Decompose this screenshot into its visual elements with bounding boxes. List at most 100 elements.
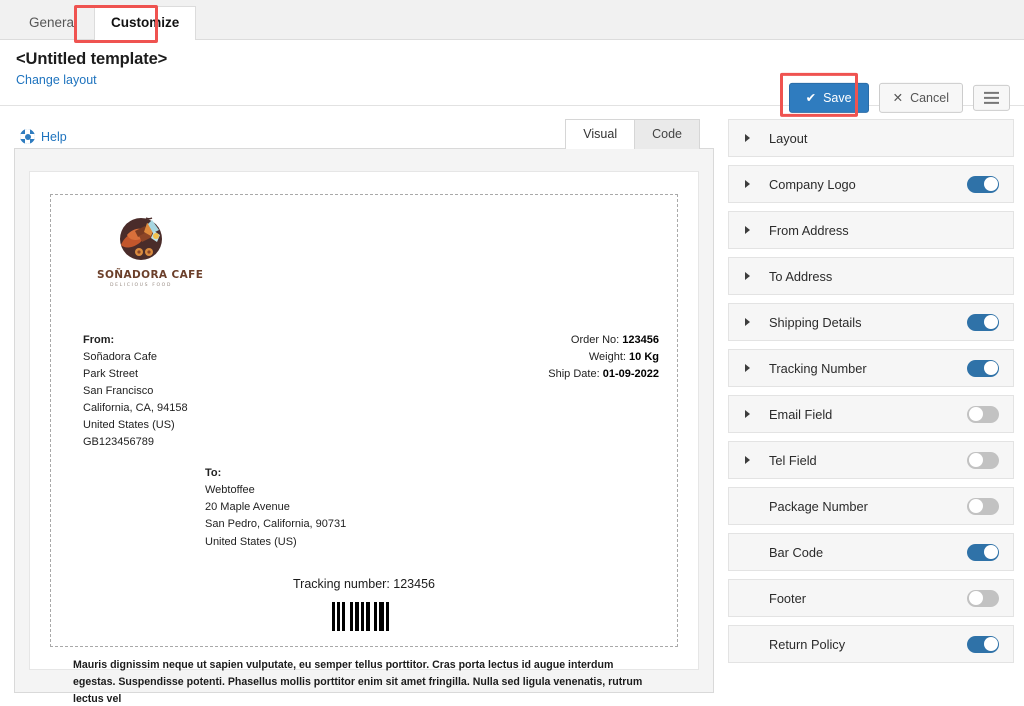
sidebar-item-label: Email Field — [769, 406, 833, 422]
sidebar-item-label: Tracking Number — [769, 360, 867, 376]
header-actions: ✔ Save ✕ Cancel — [779, 72, 1010, 117]
toggle-email-field[interactable] — [967, 405, 999, 423]
chevron-right-icon — [745, 180, 757, 188]
toggle-tracking-number[interactable] — [967, 359, 999, 377]
label-preview-container: SOÑADORA CAFE DELICIOUS FOOD From: Soñad… — [14, 148, 714, 705]
to-address-line: San Pedro, California, 90731 — [205, 518, 347, 531]
sidebar-item-shipping-details[interactable]: Shipping Details — [728, 303, 1014, 341]
chevron-right-icon — [745, 226, 757, 234]
to-address-heading: To: — [205, 467, 222, 480]
from-address-line: Soñadora Cafe — [83, 351, 157, 364]
order-no-label: Order No: — [570, 334, 620, 346]
from-address-block[interactable]: From: Soñadora Cafe Park Street San Fran… — [69, 332, 188, 451]
sidebar-item-label: Bar Code — [769, 544, 824, 560]
sidebar-item-tracking-number[interactable]: Tracking Number — [728, 349, 1014, 387]
tab-general[interactable]: General — [12, 6, 94, 40]
order-no-value: 123456 — [622, 334, 659, 346]
view-mode-tabs: Visual Code — [565, 118, 700, 149]
page-title: <Untitled template> — [16, 50, 168, 68]
order-no-row: Order No: 123456 — [548, 332, 659, 349]
weight-value: 10 Kg — [629, 351, 659, 364]
from-address-line: San Francisco — [83, 385, 154, 398]
shipping-details-block[interactable]: Order No: 123456 Weight: 10 Kg Ship Date… — [548, 332, 659, 383]
to-address-line: United States (US) — [205, 535, 297, 548]
return-policy-text[interactable]: Mauris dignissim neque ut sapien vulputa… — [69, 657, 659, 706]
toggle-shipping-details[interactable] — [967, 313, 999, 331]
toggle-return-policy[interactable] — [967, 635, 999, 653]
sidebar-item-label: Company Logo — [769, 176, 856, 192]
sidebar-item-email-field[interactable]: Email Field — [728, 395, 1014, 433]
cafe-plate-logo-icon — [113, 215, 169, 267]
sidebar-item-layout[interactable]: Layout — [728, 119, 1014, 157]
tab-visual[interactable]: Visual — [565, 119, 636, 149]
from-address-heading: From: — [83, 334, 115, 346]
chevron-right-icon — [745, 134, 757, 142]
from-address-line: Park Street — [83, 368, 139, 381]
company-logo-block[interactable]: SOÑADORA CAFE DELICIOUS FOOD — [69, 209, 659, 288]
cancel-button-label: Cancel — [910, 90, 949, 105]
editor-toolbar: Help Visual Code — [14, 118, 714, 149]
sidebar-item-label: To Address — [769, 268, 833, 284]
save-button-label: Save — [823, 90, 852, 105]
sidebar-item-label: Tel Field — [769, 452, 817, 468]
cancel-button[interactable]: ✕ Cancel — [878, 82, 963, 114]
sidebar-item-label: Return Policy — [769, 636, 846, 652]
from-address-line: California, CA, 94158 — [83, 402, 188, 415]
chevron-right-icon — [745, 272, 757, 280]
chevron-right-icon — [745, 364, 757, 372]
sidebar-item-company-logo[interactable]: Company Logo — [728, 165, 1014, 203]
weight-label: Weight: — [588, 351, 626, 364]
top-tab-strip: General Customize — [0, 0, 1024, 43]
change-layout-link[interactable]: Change layout — [16, 73, 97, 87]
chevron-right-icon — [745, 456, 757, 464]
toggle-footer[interactable] — [967, 589, 999, 607]
sidebar-item-package-number[interactable]: Package Number — [728, 487, 1014, 525]
tracking-number-text[interactable]: Tracking number: 123456 — [69, 577, 659, 591]
sidebar-item-tel-field[interactable]: Tel Field — [728, 441, 1014, 479]
toggle-tel-field[interactable] — [967, 451, 999, 469]
sidebar-item-bar-code[interactable]: Bar Code — [728, 533, 1014, 571]
company-logo: SOÑADORA CAFE DELICIOUS FOOD — [97, 215, 204, 288]
editor-column: Help Visual Code SOÑADORA CAFE DELICIOUS… — [0, 106, 728, 705]
from-and-order-row: From: Soñadora Cafe Park Street San Fran… — [69, 332, 659, 451]
hamburger-icon — [984, 92, 999, 104]
tab-code[interactable]: Code — [635, 119, 700, 149]
sidebar-item-return-policy[interactable]: Return Policy — [728, 625, 1014, 663]
ship-date-row: Ship Date: 01-09-2022 — [548, 366, 659, 383]
help-label: Help — [41, 129, 67, 144]
weight-row: Weight: 10 Kg — [548, 349, 659, 366]
settings-panel-list: Layout Company Logo From Address To Addr… — [728, 119, 1014, 663]
workspace: Help Visual Code SOÑADORA CAFE DELICIOUS… — [0, 106, 1024, 705]
check-icon: ✔ — [805, 90, 817, 105]
sidebar-item-to-address[interactable]: To Address — [728, 257, 1014, 295]
chevron-right-icon — [745, 318, 757, 326]
to-address-line: Webtoffee — [205, 484, 255, 497]
ship-date-value: 01-09-2022 — [602, 368, 659, 381]
toggle-bar-code[interactable] — [967, 543, 999, 561]
tab-customize[interactable]: Customize — [94, 5, 197, 40]
help-icon — [20, 129, 35, 144]
help-link[interactable]: Help — [20, 129, 67, 144]
barcode-icon[interactable] — [332, 601, 396, 631]
chevron-right-icon — [745, 410, 757, 418]
toggle-package-number[interactable] — [967, 497, 999, 515]
to-address-block[interactable]: To: Webtoffee 20 Maple Avenue San Pedro,… — [69, 465, 659, 550]
save-button[interactable]: ✔ Save — [788, 82, 869, 114]
from-address-line: United States (US) — [83, 419, 175, 432]
company-logo-name: SOÑADORA CAFE — [97, 269, 204, 281]
save-button-wrapper: ✔ Save — [779, 72, 869, 117]
toggle-company-logo[interactable] — [967, 175, 999, 193]
sidebar-item-label: Package Number — [769, 498, 868, 514]
settings-sidebar: Layout Company Logo From Address To Addr… — [728, 106, 1024, 663]
company-logo-tagline: DELICIOUS FOOD — [109, 283, 173, 288]
sidebar-item-label: From Address — [769, 222, 849, 238]
sidebar-item-label: Shipping Details — [769, 314, 862, 330]
menu-button[interactable] — [973, 85, 1010, 111]
sidebar-item-footer[interactable]: Footer — [728, 579, 1014, 617]
label-canvas[interactable]: SOÑADORA CAFE DELICIOUS FOOD From: Soñad… — [50, 194, 678, 705]
page-header: <Untitled template> Change layout ✔ Save… — [0, 40, 1024, 117]
ship-date-label: Ship Date: — [548, 368, 600, 381]
label-sheet: SOÑADORA CAFE DELICIOUS FOOD From: Soñad… — [29, 171, 699, 705]
close-icon: ✕ — [892, 90, 904, 105]
sidebar-item-from-address[interactable]: From Address — [728, 211, 1014, 249]
